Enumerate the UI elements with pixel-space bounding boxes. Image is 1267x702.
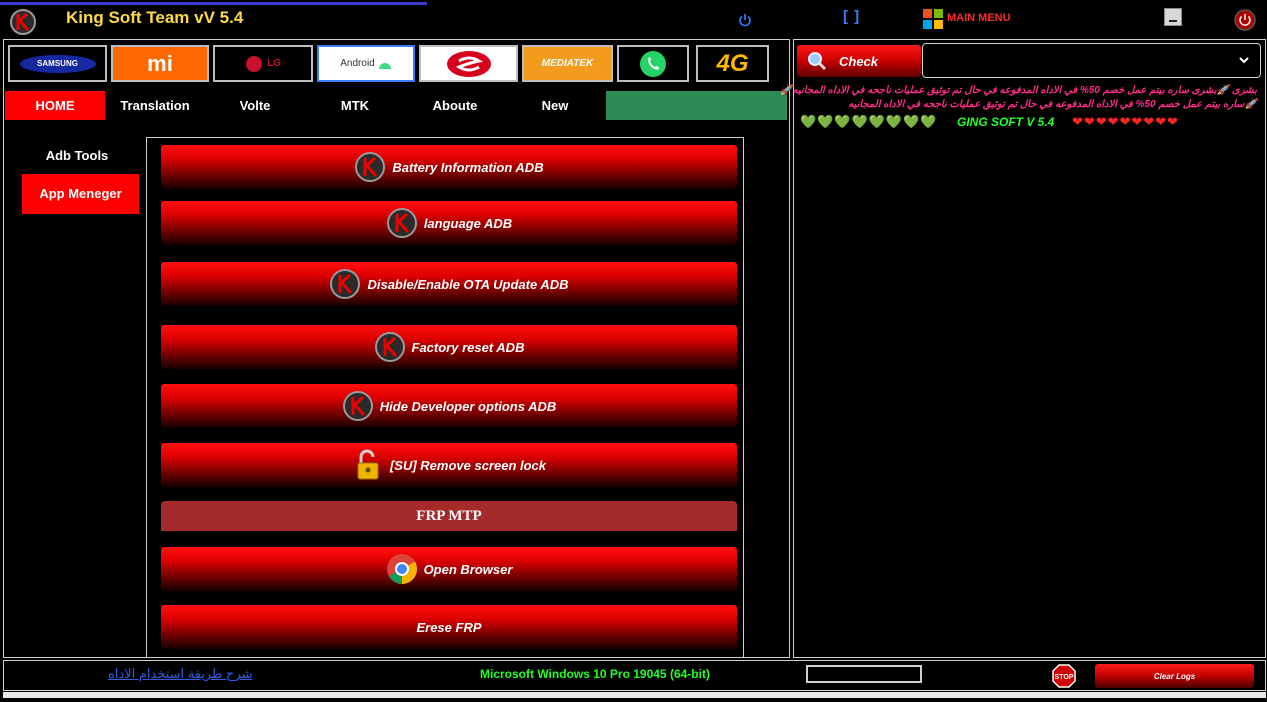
factory-reset-button[interactable]: Factory reset ADB xyxy=(161,325,737,369)
minimize-button[interactable] xyxy=(1164,8,1182,26)
button-label: Disable/Enable OTA Update ADB xyxy=(367,276,569,292)
button-label: Open Browser xyxy=(423,561,513,577)
check-label: Check xyxy=(839,53,879,69)
unlock-icon xyxy=(357,449,379,480)
main-menu-button[interactable]: MAIN MENU xyxy=(947,12,1011,24)
king-logo-icon xyxy=(386,208,417,238)
brand-whatsapp-button[interactable] xyxy=(617,45,689,82)
actions-list: Battery Information ADB language ADB Dis… xyxy=(146,137,744,657)
bottom-strip xyxy=(3,692,1266,698)
tab-new[interactable]: New xyxy=(505,91,605,120)
button-label: Factory reset ADB xyxy=(411,339,525,355)
hide-developer-options-button[interactable]: Hide Developer options ADB xyxy=(161,384,737,428)
sidebar-item-app-manager[interactable]: App Meneger xyxy=(22,174,139,214)
tab-extra-green[interactable] xyxy=(606,91,787,120)
right-panel: Check بشرى 🚀بشرى ساره بيتم عمل خصم 50% ف… xyxy=(780,39,1266,658)
search-icon xyxy=(808,52,827,71)
log-line: 🚀ساره بيتم عمل خصم 50% في الاداه المدفوع… xyxy=(848,99,1257,110)
king-logo-icon xyxy=(10,9,36,35)
log-hearts-row: 💚💚💚💚💚💚💚💚 GING SOFT V 5.4 ❤❤❤❤❤❤❤❤❤ xyxy=(800,114,1260,130)
device-dropdown[interactable] xyxy=(922,43,1261,78)
check-button[interactable]: Check xyxy=(797,45,921,77)
sidebar-item-adb-tools[interactable]: Adb Tools xyxy=(22,145,132,167)
tab-aboute[interactable]: Aboute xyxy=(405,91,505,120)
left-panel: SAMSUNG mi LG Android MEDIATEK 4G HOME T… xyxy=(3,39,790,658)
button-label: Erese FRP xyxy=(416,619,482,635)
tab-mtk[interactable]: MTK xyxy=(305,91,405,120)
tab-volte[interactable]: Volte xyxy=(205,91,305,120)
brand-mediatek-button[interactable]: MEDIATEK xyxy=(522,45,613,82)
brand-snapdragon-button[interactable] xyxy=(419,45,518,82)
green-hearts: 💚💚💚💚💚💚💚💚 xyxy=(800,114,938,129)
king-logo-icon xyxy=(330,269,361,299)
button-label: Hide Developer options ADB xyxy=(379,398,557,414)
brand-label: MEDIATEK xyxy=(541,58,594,69)
section-label: FRP MTP xyxy=(416,507,482,524)
android-icon xyxy=(378,62,391,69)
clear-logs-label: Clear Logs xyxy=(1153,671,1196,681)
king-logo-icon xyxy=(355,152,386,182)
erase-frp-button[interactable]: Erese FRP xyxy=(161,605,737,649)
open-browser-button[interactable]: Open Browser xyxy=(161,547,737,591)
tutorial-link[interactable]: شرح طريقة استخدام الاداه xyxy=(108,666,253,682)
king-logo-icon xyxy=(374,332,405,362)
close-icon[interactable] xyxy=(1234,9,1256,31)
button-label: language ADB xyxy=(423,215,513,231)
button-label: Battery Information ADB xyxy=(392,159,544,175)
brand-label: LG xyxy=(267,58,281,69)
frp-mtp-header: FRP MTP xyxy=(161,501,737,531)
window-title: King Soft Team vV 5.4 xyxy=(66,8,244,27)
title-progress-bar xyxy=(0,2,427,5)
king-logo-icon xyxy=(342,391,373,421)
red-hearts: ❤❤❤❤❤❤❤❤❤ xyxy=(1072,114,1180,129)
brand-android-button[interactable]: Android xyxy=(317,45,415,82)
log-line: بشرى 🚀بشرى ساره بيتم عمل خصم 50% في الاد… xyxy=(780,85,1257,96)
title-bar: King Soft Team vV 5.4 [ ] MAIN MENU xyxy=(0,0,1267,38)
brand-4g-button[interactable]: 4G xyxy=(696,45,769,82)
disable-enable-ota-button[interactable]: Disable/Enable OTA Update ADB xyxy=(161,262,737,306)
button-label: [SU] Remove screen lock xyxy=(389,457,547,473)
chrome-icon xyxy=(386,554,417,584)
brand-label: SAMSUNG xyxy=(37,59,78,68)
tab-home[interactable]: HOME xyxy=(5,91,105,120)
clear-logs-button[interactable]: Clear Logs xyxy=(1095,664,1254,688)
version-log-text: GING SOFT V 5.4 xyxy=(957,115,1055,129)
brand-mi-button[interactable]: mi xyxy=(111,45,209,82)
stop-icon[interactable]: STOP xyxy=(1052,664,1076,688)
status-bar: شرح طريقة استخدام الاداه Microsoft Windo… xyxy=(3,660,1266,691)
brand-lg-button[interactable]: LG xyxy=(213,45,313,82)
snapdragon-logo-icon xyxy=(446,50,491,77)
brand-label: Android xyxy=(340,58,375,69)
brand-label: 4G xyxy=(716,49,749,77)
os-info: Microsoft Windows 10 Pro 19045 (64-bit) xyxy=(480,667,710,681)
chevron-down-icon xyxy=(1239,57,1249,64)
lg-logo-icon xyxy=(246,55,263,72)
stop-label: STOP xyxy=(1055,674,1074,681)
remove-screen-lock-button[interactable]: [SU] Remove screen lock xyxy=(161,443,737,487)
main-tabs: HOME Translation Volte MTK Aboute New xyxy=(5,91,788,120)
windows-icon[interactable] xyxy=(923,9,943,29)
brand-label: mi xyxy=(147,50,173,76)
tab-translation[interactable]: Translation xyxy=(105,91,205,120)
language-adb-button[interactable]: language ADB xyxy=(161,201,737,245)
power-icon[interactable] xyxy=(738,13,752,27)
maximize-brackets-button[interactable]: [ ] xyxy=(843,8,860,25)
brand-samsung-button[interactable]: SAMSUNG xyxy=(8,45,107,82)
whatsapp-icon xyxy=(640,50,666,77)
battery-information-button[interactable]: Battery Information ADB xyxy=(161,145,737,189)
status-input[interactable] xyxy=(806,665,922,683)
